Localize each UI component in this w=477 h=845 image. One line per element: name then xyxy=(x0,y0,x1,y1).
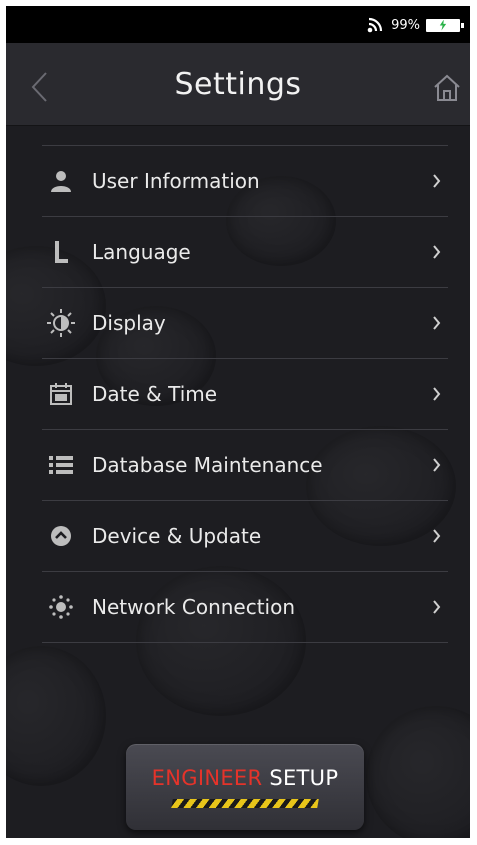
menu-item-user-information[interactable]: User Information xyxy=(42,146,448,217)
charging-bolt-icon xyxy=(439,19,447,31)
chevron-right-icon xyxy=(433,174,441,188)
background-cell xyxy=(366,706,470,838)
menu-item-label: Network Connection xyxy=(92,595,296,619)
engineer-setup-button[interactable]: ENGINEER SETUP xyxy=(126,744,364,830)
settings-screen: 99% Settings User Information Language D… xyxy=(6,6,470,838)
menu-item-label: Device & Update xyxy=(92,524,262,548)
display-brightness-icon xyxy=(46,308,76,338)
home-button[interactable] xyxy=(432,73,462,103)
status-indicators: 99% xyxy=(367,15,464,35)
settings-menu: User Information Language Display Date &… xyxy=(42,145,448,643)
battery-percent: 99% xyxy=(391,17,420,33)
signal-icon xyxy=(367,17,383,33)
menu-item-device-update[interactable]: Device & Update xyxy=(42,501,448,572)
chevron-right-icon xyxy=(433,245,441,259)
menu-item-label: User Information xyxy=(92,169,260,193)
menu-item-label: Language xyxy=(92,240,191,264)
setup-label: SETUP xyxy=(269,766,339,790)
home-icon xyxy=(434,74,460,101)
status-bar: 99% xyxy=(6,6,470,43)
menu-item-language[interactable]: Language xyxy=(42,217,448,288)
page-title: Settings xyxy=(174,67,302,102)
menu-item-database-maintenance[interactable]: Database Maintenance xyxy=(42,430,448,501)
menu-item-network-connection[interactable]: Network Connection xyxy=(42,572,448,643)
calendar-icon xyxy=(46,379,76,409)
menu-item-display[interactable]: Display xyxy=(42,288,448,359)
chevron-right-icon xyxy=(433,600,441,614)
list-icon xyxy=(46,450,76,480)
user-icon xyxy=(46,166,76,196)
chevron-right-icon xyxy=(433,316,441,330)
network-icon xyxy=(46,592,76,622)
battery-charging-icon xyxy=(426,18,464,32)
chevron-right-icon xyxy=(433,458,441,472)
hazard-stripe xyxy=(171,799,319,808)
background-cell xyxy=(6,646,106,786)
menu-item-label: Database Maintenance xyxy=(92,453,323,477)
chevron-right-icon xyxy=(433,387,441,401)
menu-item-date-time[interactable]: Date & Time xyxy=(42,359,448,430)
engineer-label: ENGINEER xyxy=(151,766,263,790)
header-bar: Settings xyxy=(6,43,470,126)
update-icon xyxy=(46,521,76,551)
language-icon xyxy=(46,237,76,267)
chevron-right-icon xyxy=(433,529,441,543)
menu-item-label: Display xyxy=(92,311,166,335)
engineer-setup-label: ENGINEER SETUP xyxy=(126,766,364,790)
menu-item-label: Date & Time xyxy=(92,382,218,406)
